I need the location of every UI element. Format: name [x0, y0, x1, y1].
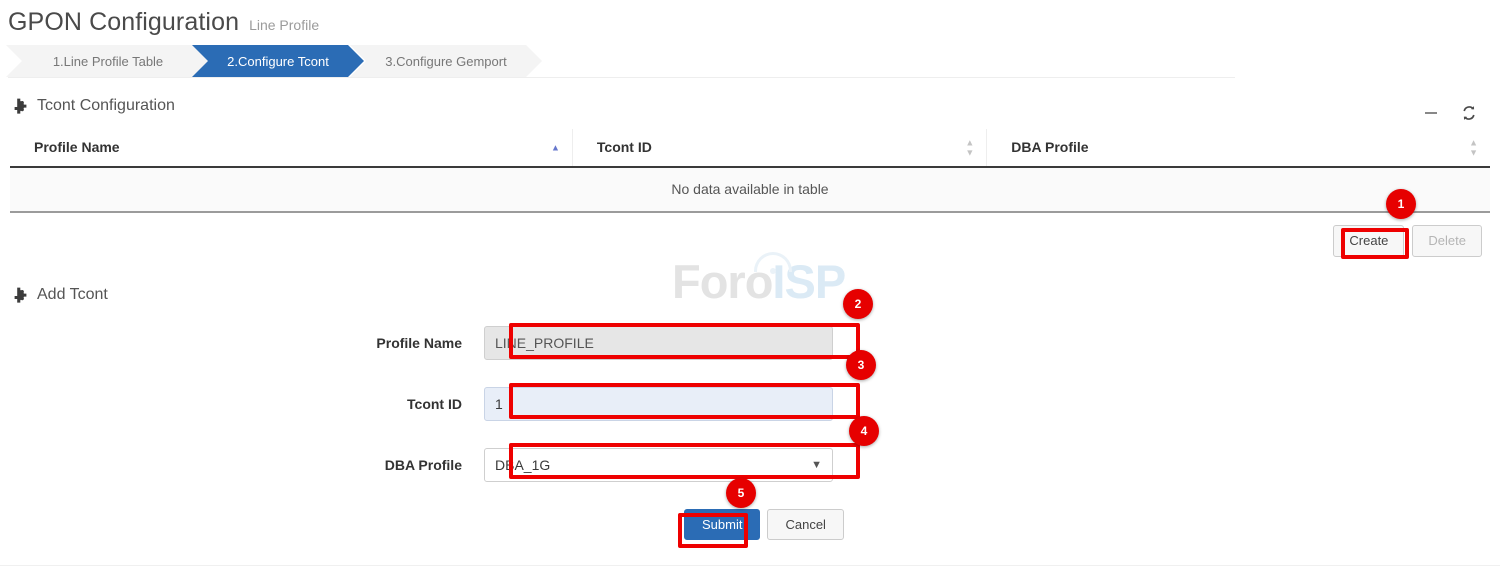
add-tcont-title: Add Tcont	[37, 286, 108, 304]
step-line-profile-table[interactable]: 1.Line Profile Table	[22, 45, 194, 77]
page-title: GPON Configuration	[8, 8, 239, 37]
column-header-dba-profile[interactable]: DBA Profile ▲▼	[987, 129, 1490, 167]
step-label: 2.Configure Tcont	[227, 54, 329, 69]
step-label: 1.Line Profile Table	[53, 54, 163, 69]
column-header-tcont-id[interactable]: Tcont ID ▲▼	[572, 129, 986, 167]
add-tcont-form: Profile Name Tcont ID DBA Profile DBA_1G…	[0, 326, 1500, 541]
sort-both-icon: ▲▼	[1469, 138, 1478, 157]
column-label: DBA Profile	[1011, 139, 1088, 155]
puzzle-piece-icon	[12, 98, 28, 114]
step-configure-gemport[interactable]: 3.Configure Gemport	[366, 45, 526, 77]
form-row-dba-profile: DBA Profile DBA_1G ▼	[0, 448, 1500, 482]
sort-ascending-icon: ▲	[551, 143, 560, 152]
table-header-row: Profile Name ▲ Tcont ID ▲▼ DBA Profile ▲…	[10, 129, 1490, 167]
breadcrumb-divider	[8, 77, 1235, 78]
profile-name-field[interactable]	[484, 326, 833, 360]
column-header-profile-name[interactable]: Profile Name ▲	[10, 129, 572, 167]
dba-profile-label: DBA Profile	[0, 457, 484, 473]
puzzle-piece-icon	[12, 287, 28, 303]
step-label: 3.Configure Gemport	[385, 54, 506, 69]
form-action-bar: Submit Cancel	[684, 509, 1500, 541]
delete-button: Delete	[1412, 225, 1482, 257]
sort-both-icon: ▲▼	[965, 138, 974, 157]
tcont-id-field[interactable]	[484, 387, 833, 421]
submit-button[interactable]: Submit	[684, 509, 760, 541]
page-header: GPON Configuration Line Profile	[0, 0, 1500, 37]
create-button[interactable]: Create	[1333, 225, 1404, 257]
step-breadcrumb: 1.Line Profile Table 2.Configure Tcont 3…	[0, 45, 1500, 79]
cancel-button[interactable]: Cancel	[767, 509, 843, 541]
page-bottom-divider	[0, 565, 1500, 566]
tcont-table: Profile Name ▲ Tcont ID ▲▼ DBA Profile ▲…	[10, 129, 1490, 213]
tcont-configuration-header: Tcont Configuration	[12, 97, 1500, 115]
profile-name-label: Profile Name	[0, 335, 484, 351]
table-empty-row: No data available in table	[10, 167, 1490, 212]
column-label: Tcont ID	[597, 139, 652, 155]
tcont-table-wrapper: Profile Name ▲ Tcont ID ▲▼ DBA Profile ▲…	[10, 129, 1490, 213]
add-tcont-header: Add Tcont	[12, 286, 1500, 304]
table-empty-message: No data available in table	[10, 167, 1490, 212]
form-row-tcont-id: Tcont ID	[0, 387, 1500, 421]
form-row-profile-name: Profile Name	[0, 326, 1500, 360]
column-label: Profile Name	[34, 139, 120, 155]
table-action-bar: Create Delete	[0, 225, 1482, 257]
tcont-id-label: Tcont ID	[0, 396, 484, 412]
step-configure-tcont[interactable]: 2.Configure Tcont	[208, 45, 348, 77]
dba-profile-select[interactable]: DBA_1G	[484, 448, 833, 482]
page-subtitle: Line Profile	[249, 17, 319, 33]
tcont-configuration-title: Tcont Configuration	[37, 97, 175, 115]
watermark-signal-dot-icon	[770, 268, 776, 274]
